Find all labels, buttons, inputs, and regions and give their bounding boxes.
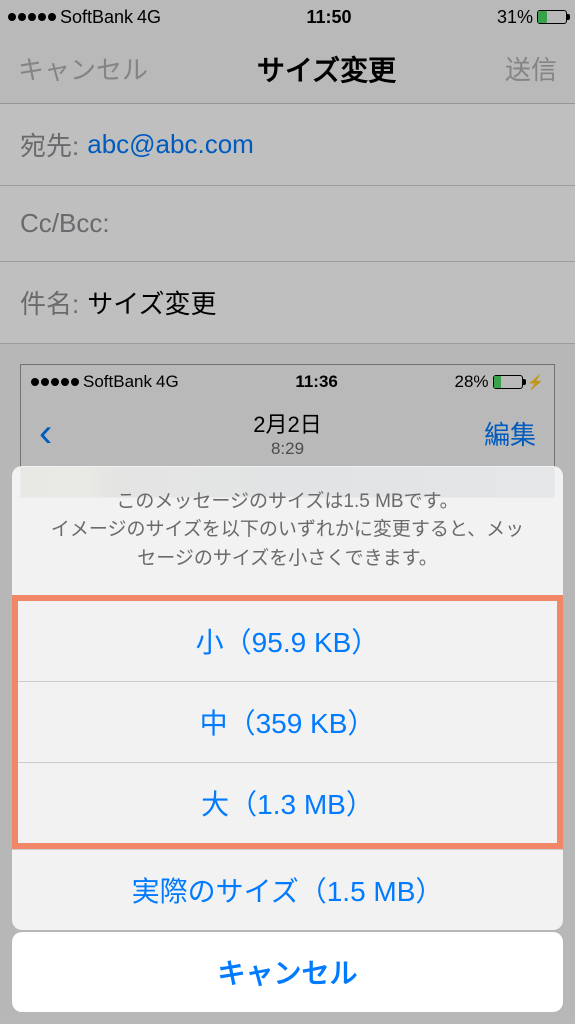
highlight-annotation: 小（95.9 KB） 中（359 KB） 大（1.3 MB） [12,595,563,849]
sheet-cancel-button[interactable]: キャンセル [12,932,563,1012]
sheet-message: このメッセージのサイズは1.5 MBです。 イメージのサイズを以下のいずれかに変… [12,466,563,596]
action-sheet: このメッセージのサイズは1.5 MBです。 イメージのサイズを以下のいずれかに変… [0,456,575,1024]
size-actual-button[interactable]: 実際のサイズ（1.5 MB） [12,849,563,930]
size-large-button[interactable]: 大（1.3 MB） [18,762,557,843]
size-medium-button[interactable]: 中（359 KB） [18,681,557,762]
size-small-button[interactable]: 小（95.9 KB） [18,601,557,681]
